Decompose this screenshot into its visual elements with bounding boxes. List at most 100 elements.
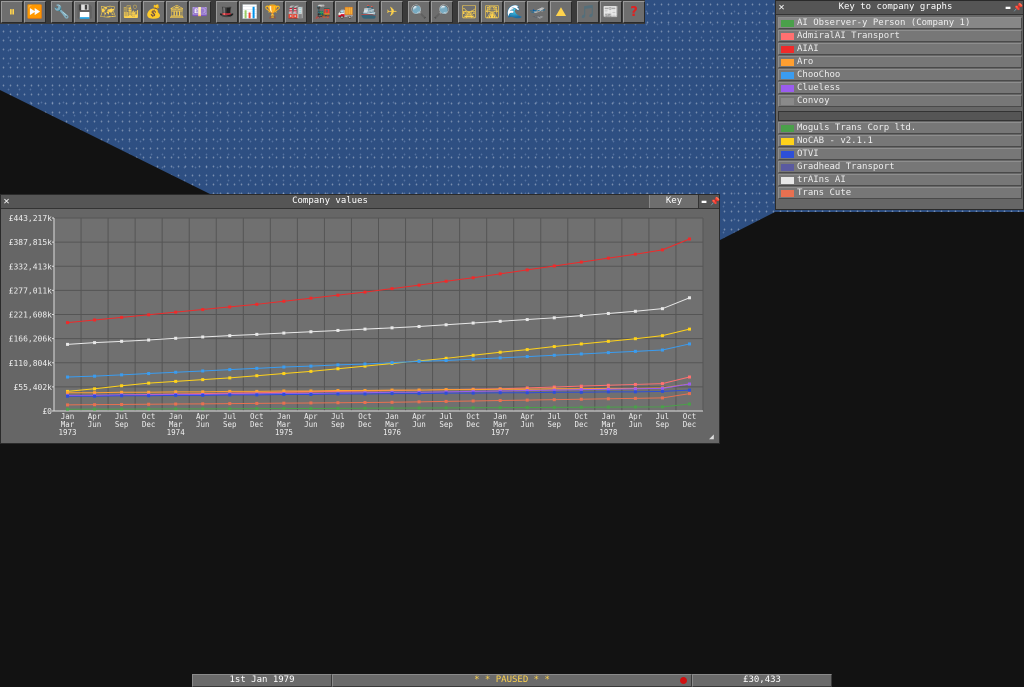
build-road-button[interactable]: 🛣 — [481, 1, 503, 23]
data-point — [687, 388, 691, 392]
key-item[interactable]: Clueless — [778, 82, 1022, 94]
data-point — [255, 393, 259, 397]
status-date: 1st Jan 1979 — [192, 674, 332, 687]
data-point — [255, 401, 259, 405]
league-table-button[interactable]: 🏆 — [262, 1, 284, 23]
train-list-button[interactable]: 🚂 — [312, 1, 334, 23]
news-indicator-icon[interactable] — [680, 677, 687, 684]
data-point — [525, 355, 529, 359]
zoom-out-button[interactable]: 🔎 — [431, 1, 453, 23]
data-point — [336, 367, 340, 371]
key-item[interactable]: NoCAB - v2.1.1 — [778, 135, 1022, 147]
data-point — [120, 339, 124, 343]
town-directory-button[interactable]: 🏙 — [120, 1, 142, 23]
data-point — [120, 315, 124, 319]
data-point — [282, 401, 286, 405]
graphs-button[interactable]: 📊 — [239, 1, 261, 23]
key-item[interactable]: AIAI — [778, 43, 1022, 55]
company-color-swatch — [781, 164, 794, 171]
key-item[interactable]: Moguls Trans Corp ltd. — [778, 122, 1022, 134]
fast-forward-button[interactable]: ⏩ — [24, 1, 46, 23]
build-railway-button[interactable]: 🛤 — [458, 1, 480, 23]
build-airport-button[interactable]: 🛫 — [527, 1, 549, 23]
x-tick-label-lower: Sep — [331, 420, 345, 429]
pin-icon[interactable]: 📌 — [1013, 1, 1023, 14]
data-point — [687, 342, 691, 346]
data-point — [606, 383, 610, 387]
graphs-icon: 📊 — [241, 4, 259, 20]
key-item[interactable]: Convoy — [778, 95, 1022, 107]
window-title: Company values — [292, 196, 368, 206]
pin-icon[interactable]: 📌 — [710, 195, 720, 208]
toolbar-gap — [46, 0, 50, 24]
data-point — [174, 407, 178, 411]
key-item[interactable]: ChooChoo — [778, 69, 1022, 81]
aircraft-list-button[interactable]: ✈ — [381, 1, 403, 23]
landscaping-button[interactable]: ⛰ — [550, 1, 572, 23]
station-list-icon: 🏛 — [168, 4, 186, 20]
data-point — [228, 368, 232, 372]
key-item[interactable]: Trans Cute — [778, 187, 1022, 199]
station-list-button[interactable]: 🏛 — [166, 1, 188, 23]
data-point — [147, 372, 151, 376]
aircraft-list-icon: ✈ — [386, 4, 398, 20]
zoom-in-icon: 🔍 — [410, 4, 428, 20]
subsidies-icon: 💰 — [145, 4, 163, 20]
data-point — [228, 389, 232, 393]
key-item[interactable]: AdmiralAI Transport — [778, 30, 1022, 42]
data-point — [336, 293, 340, 297]
data-point — [417, 392, 421, 396]
x-tick-label-lower: Jun — [196, 420, 210, 429]
data-point — [66, 391, 70, 395]
key-item[interactable]: trAIns AI — [778, 174, 1022, 186]
key-item[interactable]: OTVI — [778, 148, 1022, 160]
ship-list-icon: 🚢 — [360, 4, 378, 20]
save-button[interactable]: 💾 — [74, 1, 96, 23]
music-button[interactable]: 🎵 — [577, 1, 599, 23]
y-tick-label: £332,413k — [9, 262, 53, 271]
settings-button[interactable]: 🔧 — [51, 1, 73, 23]
data-point — [498, 406, 502, 410]
data-point — [201, 378, 205, 382]
graph-titlebar[interactable]: ✕ Company values Key ▬ 📌 — [1, 195, 720, 209]
build-waterways-button[interactable]: 🌊 — [504, 1, 526, 23]
map-button[interactable]: 🗺 — [97, 1, 119, 23]
shade-icon[interactable]: ▬ — [1003, 1, 1013, 14]
data-point — [579, 397, 583, 401]
close-icon[interactable]: ✕ — [1, 195, 12, 208]
status-news-ticker[interactable]: * * PAUSED * * — [332, 674, 692, 687]
data-point — [363, 327, 367, 331]
subsidies-button[interactable]: 💰 — [143, 1, 165, 23]
data-point — [390, 400, 394, 404]
key-titlebar[interactable]: ✕ Key to company graphs ▬ 📌 — [776, 1, 1023, 15]
data-point — [66, 394, 70, 398]
ship-list-button[interactable]: 🚢 — [358, 1, 380, 23]
key-item-label: Clueless — [797, 83, 841, 93]
data-point — [93, 403, 97, 407]
pause-button[interactable]: ⏸ — [1, 1, 23, 23]
shade-icon[interactable]: ▬ — [699, 195, 709, 208]
help-button[interactable]: ? — [623, 1, 645, 23]
data-point — [309, 401, 313, 405]
company-button[interactable]: 🎩 — [216, 1, 238, 23]
build-airport-icon: 🛫 — [529, 4, 547, 20]
data-point — [633, 405, 637, 409]
finances-button[interactable]: 💷 — [189, 1, 211, 23]
zoom-in-button[interactable]: 🔍 — [408, 1, 430, 23]
key-button[interactable]: Key — [649, 195, 699, 208]
key-item[interactable]: Aro — [778, 56, 1022, 68]
key-item[interactable]: AI Observer-y Person (Company 1) — [778, 17, 1022, 29]
company-color-swatch — [781, 46, 794, 53]
key-item[interactable]: Gradhead Transport — [778, 161, 1022, 173]
league-table-icon: 🏆 — [264, 4, 282, 20]
news-button[interactable]: 📰 — [600, 1, 622, 23]
resize-handle-icon[interactable]: ◢ — [709, 433, 717, 441]
news-icon: 📰 — [602, 4, 620, 20]
toolbar-gap — [453, 0, 457, 24]
finances-icon: 💷 — [191, 4, 209, 20]
industry-button[interactable]: 🏭 — [285, 1, 307, 23]
road-vehicle-list-button[interactable]: 🚚 — [335, 1, 357, 23]
company-color-swatch — [781, 190, 794, 197]
close-icon[interactable]: ✕ — [776, 1, 787, 14]
status-money[interactable]: £30,433 — [692, 674, 832, 687]
